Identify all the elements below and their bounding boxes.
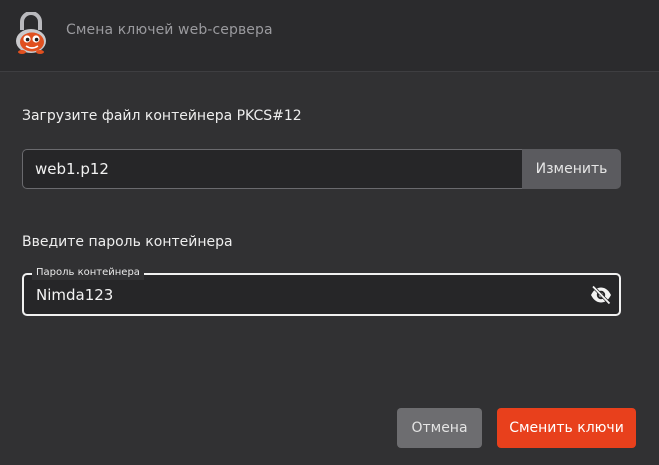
toggle-password-visibility-button[interactable] (589, 283, 613, 307)
file-name-input[interactable] (22, 149, 522, 189)
cancel-button[interactable]: Отмена (397, 408, 482, 448)
change-keys-button[interactable]: Сменить ключи (497, 408, 636, 448)
password-input[interactable] (24, 275, 584, 314)
upload-label: Загрузите файл контейнера PKCS#12 (22, 108, 302, 124)
change-file-button[interactable]: Изменить (522, 149, 621, 189)
dialog-title: Смена ключей web-сервера (66, 22, 273, 38)
file-picker: Изменить (22, 149, 621, 189)
padlock-mascot-icon (12, 11, 50, 54)
password-field: Пароль контейнера (22, 266, 621, 316)
change-keys-dialog: Смена ключей web-сервера Загрузите файл … (0, 0, 659, 465)
dialog-titlebar: Смена ключей web-сервера (0, 0, 659, 72)
password-label: Введите пароль контейнера (22, 234, 233, 250)
eye-off-icon (589, 285, 613, 310)
